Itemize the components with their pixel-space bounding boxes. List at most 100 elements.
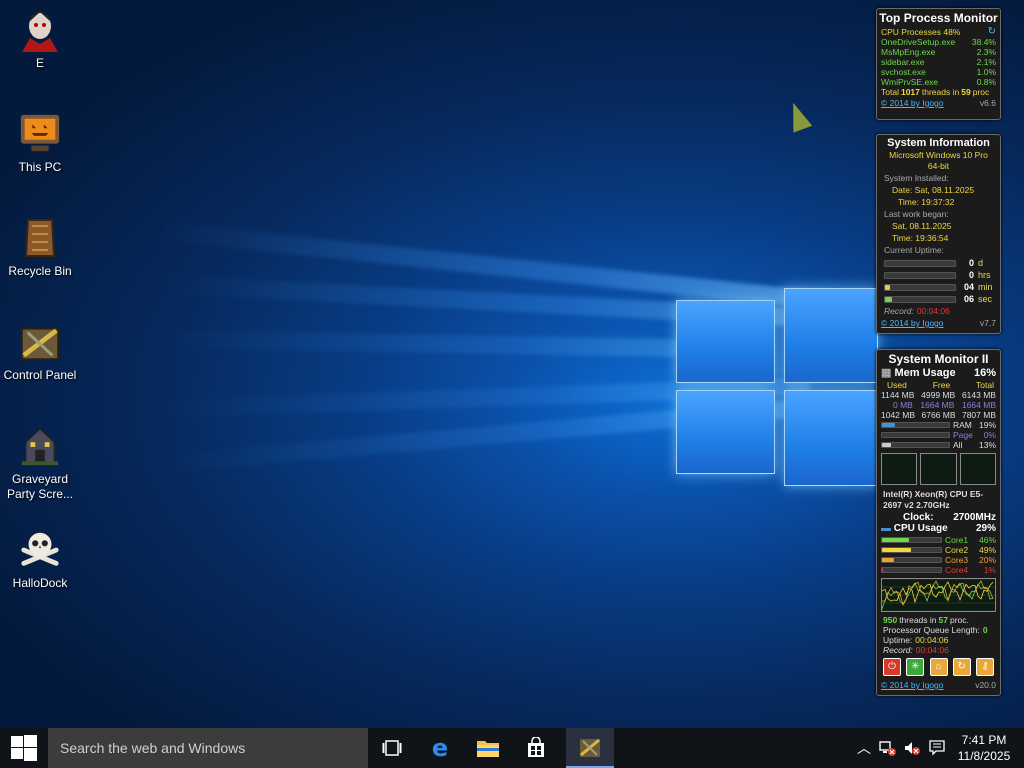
task-view-button[interactable] xyxy=(368,728,416,768)
gadget-title: System Monitor II xyxy=(888,352,989,366)
search-box[interactable]: Search the web and Windows xyxy=(48,728,368,768)
skull-crossbones-icon xyxy=(18,528,62,572)
desktop-icon-control-panel[interactable]: Control Panel xyxy=(0,320,80,383)
uptime-value: 04 xyxy=(963,282,974,292)
cpu-history-line xyxy=(882,580,994,607)
mem-bar-value: 13% xyxy=(978,440,996,450)
core-bar-row: Core1 46% xyxy=(881,535,996,545)
clock-date: 11/8/2025 xyxy=(957,749,1011,763)
mem-bar xyxy=(881,422,950,428)
power-icon[interactable]: ⏻ xyxy=(883,658,901,676)
uptime-bars: 0 d 0 hrs 04 min 06 sec xyxy=(877,256,1000,305)
process-row[interactable]: svchost.exe 1.0% xyxy=(877,67,1000,77)
system-information-gadget[interactable]: System Information Microsoft Windows 10 … xyxy=(876,134,1001,334)
file-explorer-button[interactable] xyxy=(464,728,512,768)
desktop-icon-graveyard-party[interactable]: Graveyard Party Scre... xyxy=(0,424,80,502)
os-arch: 64-bit xyxy=(927,161,950,171)
uptime-label: Uptime: xyxy=(883,635,913,645)
core-bar xyxy=(881,537,942,543)
core-label: Core2 xyxy=(945,545,969,555)
core-bar xyxy=(881,557,942,563)
core-label: Core1 xyxy=(945,535,969,545)
process-row[interactable]: sidebar.exe 2.1% xyxy=(877,57,1000,67)
last-work-time: Time: 19:36:54 xyxy=(892,233,949,243)
network-icon[interactable]: ✳ xyxy=(906,658,925,676)
mem-bar xyxy=(881,432,950,438)
desktop-icon-label: This PC xyxy=(18,160,62,174)
core-value: 49% xyxy=(978,545,996,555)
desktop-icon-e[interactable]: E xyxy=(0,8,80,71)
core-value: 1% xyxy=(983,565,996,575)
record-label: Record: xyxy=(884,306,914,316)
thread-count: 950 xyxy=(883,615,898,625)
volume-tray-button[interactable] xyxy=(900,728,924,768)
os-name: Microsoft Windows 10 Pro xyxy=(889,150,988,160)
core-label: Core4 xyxy=(945,565,969,575)
vampire-avatar-icon xyxy=(18,8,62,52)
uptime-value: 0 xyxy=(968,258,974,268)
copyright-link[interactable]: © 2014 by Igogo xyxy=(881,680,944,691)
mem-table-header: Used Free Total xyxy=(887,380,994,390)
mem-table-row: 1042 MB 6766 MB 7807 MB xyxy=(881,410,996,420)
record-value: 00:04:06 xyxy=(916,306,950,316)
cpu-history-graph xyxy=(877,575,1000,615)
process-row[interactable]: WmiPrvSE.exe 0.8% xyxy=(877,77,1000,87)
uptime-value: 00:04:06 xyxy=(915,635,949,645)
copyright-link[interactable]: © 2014 by Igogo xyxy=(881,98,944,109)
core-value: 46% xyxy=(978,535,996,545)
core-bar xyxy=(881,567,942,573)
edge-button[interactable]: e xyxy=(416,728,464,768)
network-disconnected-icon xyxy=(879,741,896,756)
network-tray-button[interactable] xyxy=(876,728,900,768)
queue-label: Processor Queue Length: xyxy=(883,625,980,635)
cpu-chip-icon: ▬ xyxy=(881,523,891,534)
mem-table-row: 0 MB 1664 MB 1664 MB xyxy=(893,400,996,410)
cpu-usage-header: ▬ CPU Usage xyxy=(881,523,948,534)
desktop-icon-label: E xyxy=(35,56,44,70)
haunted-house-icon xyxy=(18,424,62,468)
action-center-button[interactable] xyxy=(926,728,948,768)
store-button[interactable] xyxy=(512,728,560,768)
mem-bar-label: All xyxy=(953,440,963,450)
control-panel-taskbar-button[interactable] xyxy=(566,728,614,768)
start-button[interactable] xyxy=(0,728,48,768)
core-bar-fill xyxy=(882,558,894,562)
uptime-row: 0d xyxy=(884,257,996,269)
uptime-bar-fill xyxy=(885,284,890,290)
restart-icon[interactable]: ↻ xyxy=(952,658,971,676)
mem-bar-fill xyxy=(882,423,895,427)
key-icon[interactable]: ⚷ xyxy=(976,658,994,676)
core-label: Core3 xyxy=(945,555,969,565)
mem-bar-fill xyxy=(882,443,891,447)
system-monitor-gadget[interactable]: System Monitor II ▦ Mem Usage 16% Used F… xyxy=(876,349,1001,696)
desktop-icon-recycle-bin[interactable]: Recycle Bin xyxy=(0,216,80,279)
mem-usage-header: ▦ Mem Usage xyxy=(881,367,956,379)
mem-bar-label: RAM xyxy=(953,420,972,430)
notification-icon xyxy=(929,740,945,756)
process-row[interactable]: OneDriveSetup.exe 38.4% xyxy=(877,37,1000,47)
desktop-icon-this-pc[interactable]: This PC xyxy=(0,112,80,175)
mem-bar-value: 19% xyxy=(978,420,996,430)
tools-crate-icon xyxy=(580,738,600,757)
home-icon[interactable]: ⌂ xyxy=(929,658,948,676)
uptime-bar xyxy=(884,295,956,303)
copyright-link[interactable]: © 2014 by Igogo xyxy=(881,318,944,329)
top-process-monitor-gadget[interactable]: Top Process Monitor CPU Processes 48% ↻ … xyxy=(876,8,1001,120)
system-clock[interactable]: 7:41 PM 11/8/2025 xyxy=(946,732,1022,764)
task-view-icon xyxy=(382,740,402,756)
store-bag-icon xyxy=(528,737,544,757)
gadget-title: System Information xyxy=(887,137,990,149)
desktop-icon-hallodock[interactable]: HalloDock xyxy=(0,528,80,591)
mem-bars: RAM 19% Page 0% All 13% xyxy=(877,420,1000,450)
core-graph xyxy=(920,453,957,485)
folder-icon xyxy=(477,741,499,757)
desktop-icon-label: Graveyard Party Scre... xyxy=(6,472,74,501)
show-hidden-icons-button[interactable]: ︿ xyxy=(852,728,876,768)
process-row[interactable]: MsMpEng.exe 2.3% xyxy=(877,47,1000,57)
core-graph xyxy=(881,453,918,485)
desktop-icon-label: HalloDock xyxy=(12,576,68,590)
core-value: 20% xyxy=(978,555,996,565)
refresh-icon[interactable]: ↻ xyxy=(988,27,996,37)
record-label: Record: xyxy=(883,645,913,655)
gadget-action-buttons: ⏻ ✳ ⌂ ↻ ⚷ xyxy=(877,655,1000,679)
